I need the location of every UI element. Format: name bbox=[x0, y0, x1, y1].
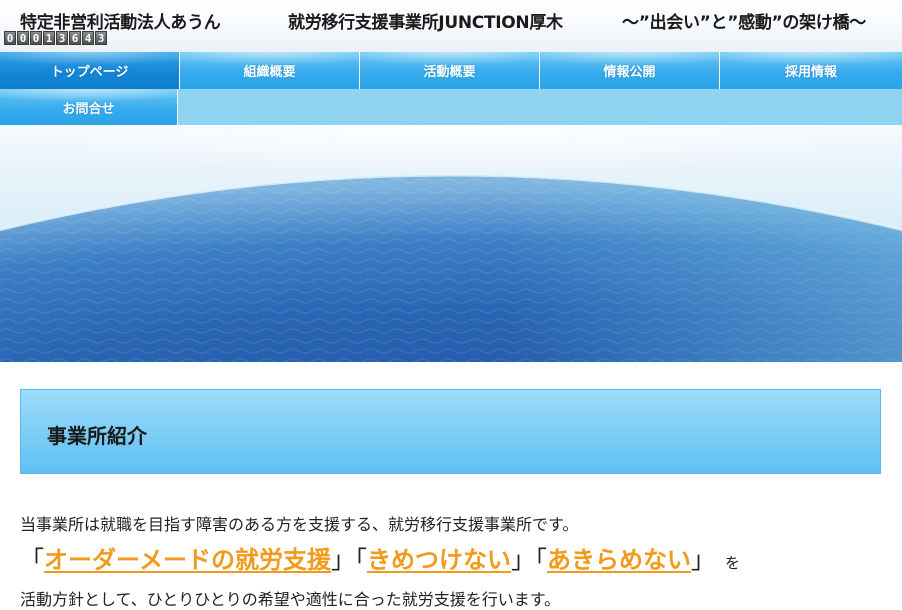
policy-keywords: 「オーダーメードの就労支援」「きめつけない」「あきらめない」を bbox=[20, 540, 890, 575]
open-bracket: 「 bbox=[535, 546, 548, 574]
ocean-image bbox=[0, 125, 902, 362]
section-heading: 事業所紹介 bbox=[47, 424, 147, 448]
nav-item-recruit[interactable]: 採用情報 bbox=[720, 52, 902, 89]
close-bracket: 」 bbox=[331, 546, 356, 574]
nav-row-2: お問合せ bbox=[0, 89, 902, 125]
tagline: 〜”出会い”と”感動”の架け橋〜 bbox=[622, 13, 866, 33]
nav-item-contact[interactable]: お問合せ bbox=[0, 89, 178, 125]
close-bracket: 」 bbox=[511, 546, 536, 574]
counter-digit: 3 bbox=[56, 31, 68, 45]
access-counter: 0 0 0 1 3 6 4 3 bbox=[4, 31, 107, 45]
intro-text: 当事業所は就職を目指す障害のある方を支援する、就労移行支援事業所です。 bbox=[20, 515, 579, 534]
nav-item-activities[interactable]: 活動概要 bbox=[360, 52, 540, 89]
nav-item-top[interactable]: トップページ bbox=[0, 52, 180, 89]
office-name: 就労移行支援事業所JUNCTION厚木 bbox=[288, 13, 563, 33]
counter-digit: 0 bbox=[30, 31, 42, 45]
open-bracket: 「 bbox=[20, 546, 44, 574]
particle-wo: を bbox=[725, 554, 741, 572]
counter-digit: 1 bbox=[43, 31, 55, 45]
close-bracket: 」 bbox=[691, 546, 716, 574]
nav-row-1: トップページ 組織概要 活動概要 情報公開 採用情報 bbox=[0, 52, 902, 89]
counter-digit: 6 bbox=[69, 31, 81, 45]
site-header: 特定非営利活動法人あうん 就労移行支援事業所JUNCTION厚木 〜”出会い”と… bbox=[0, 0, 902, 52]
main-nav: トップページ 組織概要 活動概要 情報公開 採用情報 お問合せ bbox=[0, 52, 902, 125]
nav-item-disclosure[interactable]: 情報公開 bbox=[540, 52, 720, 89]
counter-digit: 0 bbox=[17, 31, 29, 45]
counter-digit: 3 bbox=[95, 31, 107, 45]
org-name: 特定非営利活動法人あうん bbox=[20, 13, 221, 33]
section-header-box: 事業所紹介 bbox=[20, 389, 881, 474]
nav-item-organization[interactable]: 組織概要 bbox=[180, 52, 360, 89]
counter-digit: 4 bbox=[82, 31, 94, 45]
keyword-never-give-up: あきらめない bbox=[547, 546, 692, 574]
keyword-no-assumptions: きめつけない bbox=[367, 546, 512, 574]
keyword-order-made: オーダーメードの就労支援 bbox=[44, 546, 332, 574]
hero-ocean-image bbox=[0, 125, 902, 362]
closing-text: 活動方針として、ひとりひとりの希望や適性に合った就労支援を行います。 bbox=[20, 590, 561, 609]
open-bracket: 「 bbox=[355, 546, 368, 574]
counter-digit: 0 bbox=[4, 31, 16, 45]
